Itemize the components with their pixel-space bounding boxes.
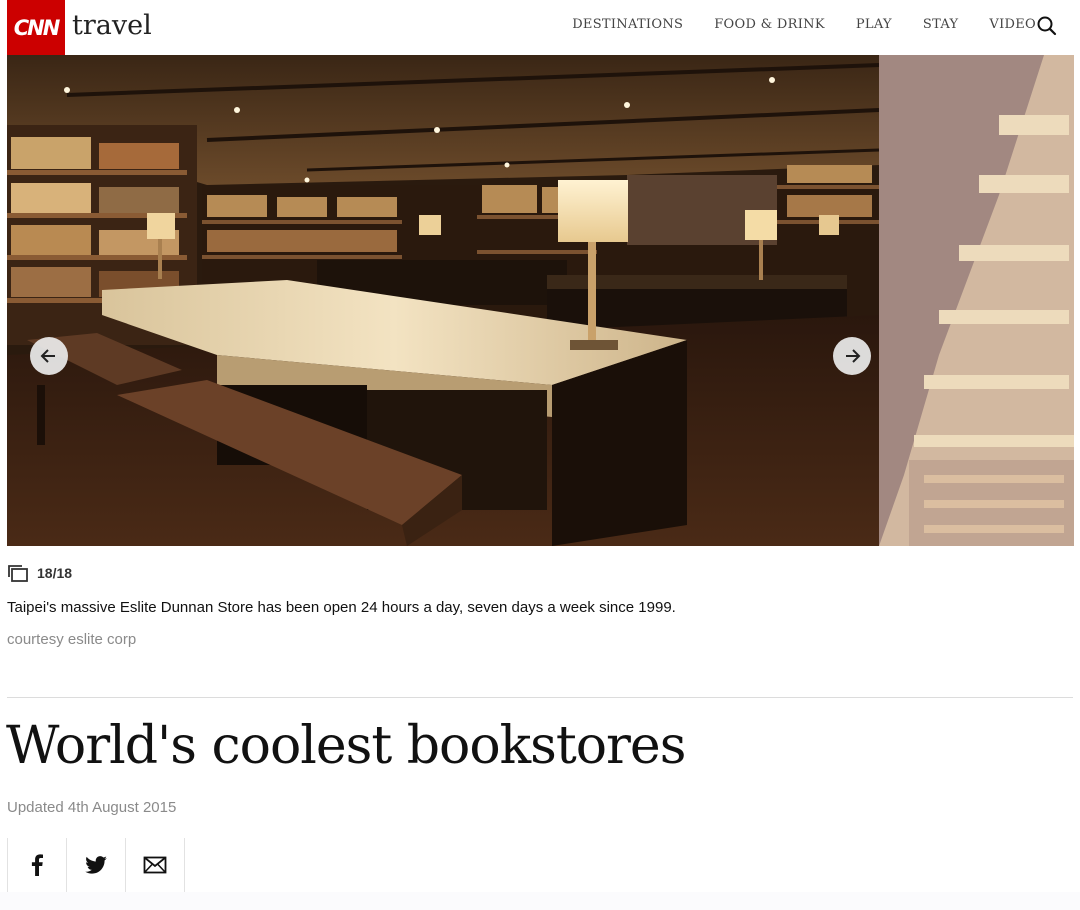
gallery-image-bookstore-interior — [7, 55, 879, 546]
bottom-edge — [0, 892, 1080, 910]
facebook-share-button[interactable] — [7, 838, 66, 892]
twitter-share-button[interactable] — [66, 838, 125, 892]
main-nav: DESTINATIONS FOOD & DRINK PLAY STAY VIDE… — [572, 17, 1036, 32]
arrow-left-icon — [40, 349, 55, 363]
arrow-right-icon — [846, 349, 861, 363]
photo-credit: courtesy eslite corp — [7, 631, 137, 648]
gallery-counter-text: 18/18 — [37, 565, 73, 581]
gallery-next-image-preview — [879, 55, 1074, 546]
section-title[interactable]: travel — [72, 10, 152, 41]
divider — [7, 697, 1073, 698]
nav-play[interactable]: PLAY — [856, 17, 892, 32]
updated-date: Updated 4th August 2015 — [7, 799, 177, 816]
email-icon — [143, 856, 167, 874]
share-bar — [7, 838, 185, 892]
nav-food-drink[interactable]: FOOD & DRINK — [714, 17, 825, 32]
cnn-logo[interactable]: CNN — [7, 0, 65, 55]
gallery-next-button[interactable] — [833, 337, 871, 375]
facebook-icon — [31, 854, 43, 876]
gallery-stack-icon — [8, 565, 28, 582]
article-headline: World's coolest bookstores — [6, 716, 686, 776]
email-share-button[interactable] — [125, 838, 185, 892]
search-icon[interactable] — [1036, 15, 1058, 37]
photo-gallery — [7, 55, 1074, 546]
site-header: CNN travel DESTINATIONS FOOD & DRINK PLA… — [0, 0, 1080, 55]
twitter-icon — [85, 856, 107, 874]
gallery-prev-button[interactable] — [30, 337, 68, 375]
gallery-caption: Taipei's massive Eslite Dunnan Store has… — [7, 599, 676, 616]
nav-stay[interactable]: STAY — [923, 17, 959, 32]
gallery-counter: 18/18 — [7, 563, 72, 583]
nav-video[interactable]: VIDEO — [989, 17, 1036, 32]
nav-destinations[interactable]: DESTINATIONS — [572, 17, 683, 32]
